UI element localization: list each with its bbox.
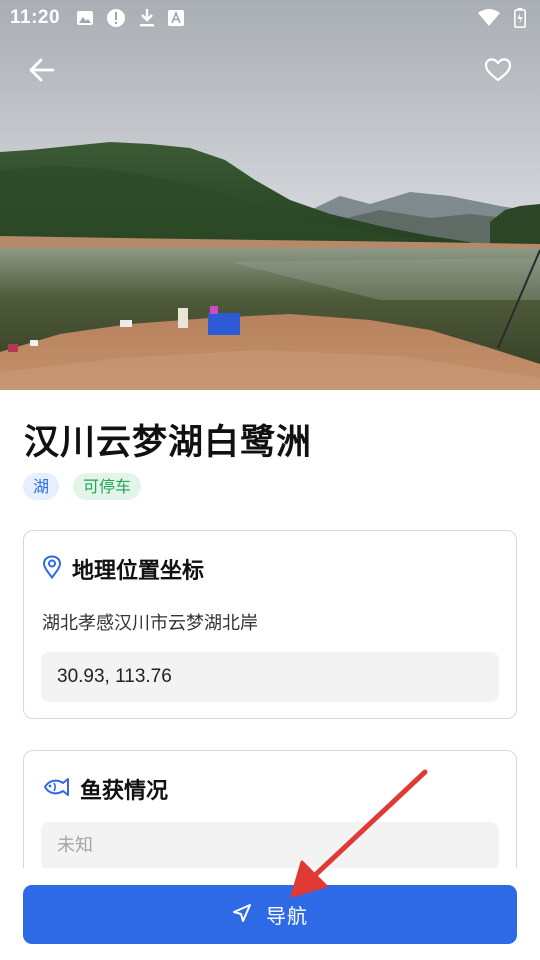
wifi-icon (478, 9, 500, 27)
catch-card-title: 鱼获情况 (80, 779, 169, 804)
status-system-icons (478, 8, 526, 28)
alert-circle-icon (106, 8, 126, 28)
navigate-button-label: 导航 (266, 904, 308, 928)
bottom-action-bar: 导航 (0, 868, 540, 960)
fish-icon (42, 777, 70, 801)
download-icon (138, 8, 156, 28)
battery-icon (514, 8, 526, 28)
status-time: 11:20 (10, 7, 61, 28)
favorite-button[interactable] (478, 50, 518, 90)
catch-status-field[interactable]: 未知 (41, 822, 499, 870)
tag-lake: 湖 (23, 473, 60, 500)
back-button[interactable] (22, 50, 62, 90)
arrow-left-icon (29, 58, 55, 82)
heart-outline-icon (484, 58, 512, 82)
status-notification-icons (76, 8, 185, 28)
location-card-header: 地理位置坐标 (42, 553, 204, 585)
place-title: 汉川云梦湖白鹭洲 (24, 423, 313, 463)
catch-card-header: 鱼获情况 (42, 773, 168, 805)
image-icon (76, 9, 94, 27)
place-tags: 湖 可停车 (23, 473, 142, 500)
location-card: 地理位置坐标 湖北孝感汉川市云梦湖北岸 30.93, 113.76 (23, 530, 517, 719)
lake-scene-image (0, 0, 540, 390)
location-card-title: 地理位置坐标 (72, 559, 205, 584)
coordinates-field[interactable]: 30.93, 113.76 (41, 652, 499, 702)
navigation-arrow-icon (232, 903, 252, 927)
navigate-button[interactable]: 导航 (23, 885, 517, 944)
hero-photo (0, 0, 540, 390)
map-pin-icon (42, 555, 62, 583)
tag-parking: 可停车 (73, 473, 142, 500)
address-text: 湖北孝感汉川市云梦湖北岸 (42, 613, 258, 634)
status-bar: 11:20 (0, 0, 540, 36)
text-a-icon (168, 10, 185, 26)
